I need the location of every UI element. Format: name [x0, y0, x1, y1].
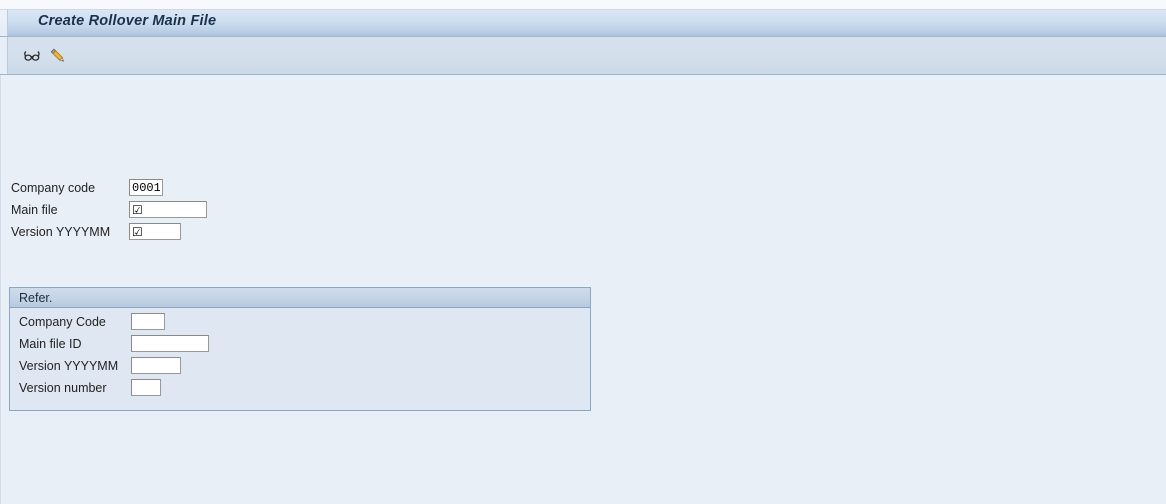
label-refer-main-file-id: Main file ID	[19, 337, 82, 351]
label-version-yyyymm: Version YYYYMM	[11, 225, 111, 239]
refer-group-title: Refer.	[19, 291, 53, 305]
application-toolbar: © www.tutorialkart.com	[0, 37, 1166, 101]
display-glasses-icon[interactable]	[20, 44, 44, 68]
window-title-bar: Create Rollover Main File	[0, 9, 1166, 37]
label-refer-version-number: Version number	[19, 381, 107, 395]
label-main-file: Main file	[11, 203, 58, 217]
label-company-code: Company code	[11, 181, 96, 195]
input-version-yyyymm[interactable]	[129, 223, 181, 240]
field-row-main-file: Main file	[11, 201, 58, 220]
input-main-file[interactable]	[129, 201, 207, 218]
page-title: Create Rollover Main File	[38, 13, 217, 29]
sap-transaction-window: Create Rollover Main File Company code 0…	[0, 0, 1166, 504]
input-refer-company-code[interactable]	[131, 313, 165, 330]
edit-pencil-icon[interactable]	[46, 44, 70, 68]
field-row-refer-version-yyyymm: Version YYYYMM	[19, 357, 118, 376]
field-row-company-code: Company code	[11, 179, 95, 198]
input-refer-main-file-id[interactable]	[131, 335, 209, 352]
field-row-version-yyyymm: Version YYYYMM	[11, 223, 110, 242]
field-row-refer-version-number: Version number	[19, 379, 107, 398]
toolbar-left-edge	[0, 37, 8, 74]
label-refer-version-yyyymm: Version YYYYMM	[19, 359, 119, 373]
field-row-refer-main-file-id: Main file ID	[19, 335, 82, 354]
field-row-refer-company-code: Company Code	[19, 313, 106, 332]
input-refer-version-yyyymm[interactable]	[131, 357, 181, 374]
label-refer-company-code: Company Code	[19, 315, 106, 329]
refer-group-header	[10, 288, 590, 308]
refer-group-box: Refer. Company Code Main file ID Version…	[9, 287, 591, 411]
input-company-code[interactable]	[129, 179, 163, 196]
title-bar-left-edge	[0, 10, 8, 36]
selection-screen-body: Company code Main file Version YYYYMM Re…	[0, 75, 1166, 504]
input-refer-version-number[interactable]	[131, 379, 161, 396]
